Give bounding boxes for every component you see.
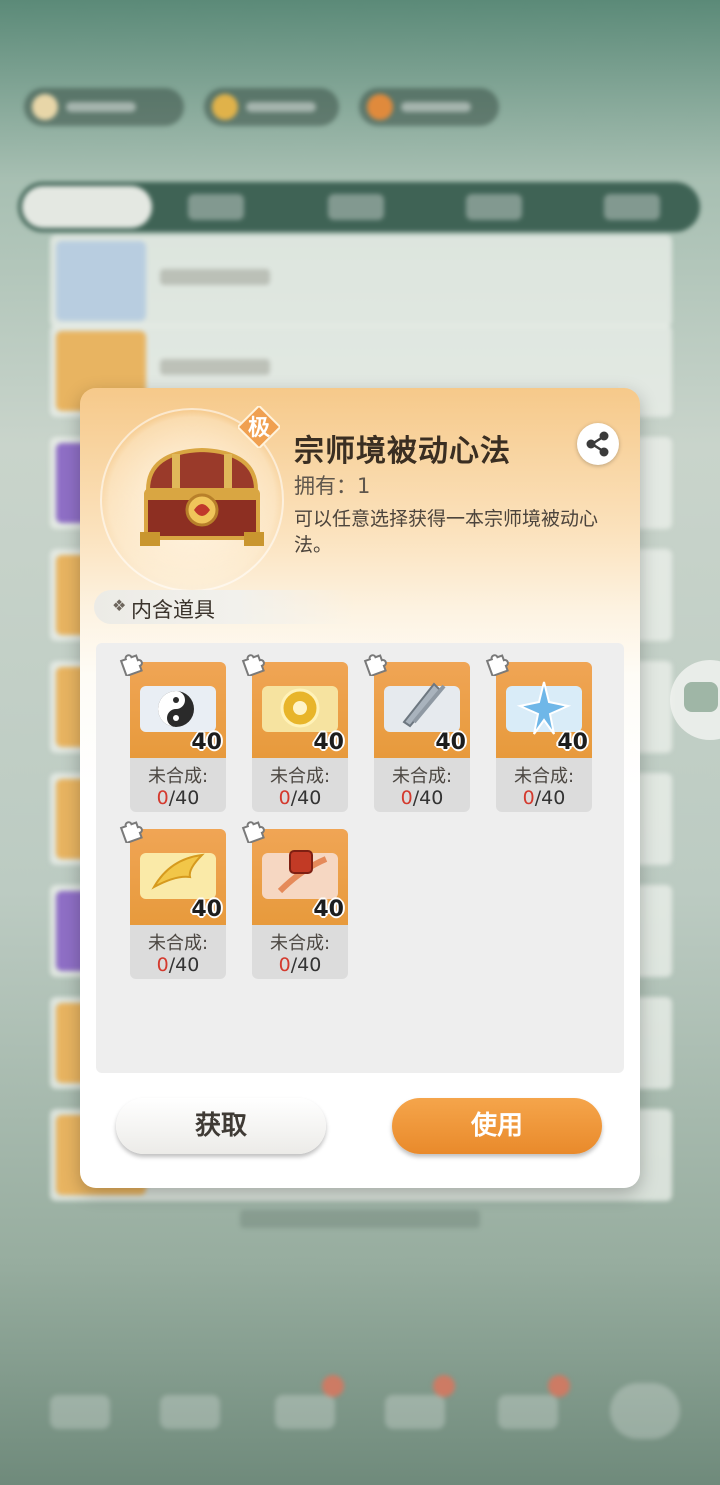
contained-item[interactable]: 40 未合成: 0/40 bbox=[485, 654, 594, 812]
item-quantity: 40 bbox=[313, 730, 344, 755]
share-icon bbox=[586, 431, 609, 457]
owned-count: 拥有：1 bbox=[294, 474, 371, 498]
puzzle-piece-icon bbox=[241, 654, 265, 676]
section-label-text: 内含道具 bbox=[131, 598, 215, 622]
item-status-label: 未合成: bbox=[391, 766, 453, 787]
puzzle-piece-icon bbox=[119, 654, 143, 676]
puzzle-piece-icon bbox=[241, 821, 265, 843]
contained-item[interactable]: 40 未合成: 0/40 bbox=[363, 654, 472, 812]
use-button[interactable]: 使用 bbox=[392, 1098, 602, 1154]
resource-gems bbox=[359, 88, 499, 126]
chat-icon bbox=[684, 682, 718, 712]
item-progress: 0/40 bbox=[400, 787, 444, 809]
share-button[interactable] bbox=[577, 423, 619, 465]
item-description: 可以任意选择获得一本宗师境被动心法。 bbox=[294, 508, 599, 556]
item-progress: 0/40 bbox=[522, 787, 566, 809]
item-quantity: 40 bbox=[313, 897, 344, 922]
item-status-label: 未合成: bbox=[147, 766, 209, 787]
contained-item[interactable]: 40 未合成: 0/40 bbox=[119, 821, 228, 979]
list-item bbox=[50, 235, 672, 327]
puzzle-piece-icon bbox=[119, 821, 143, 843]
item-status-label: 未合成: bbox=[269, 933, 331, 954]
item-detail-dialog: 极 宗师境被动心法 拥有：1 可以任意选择获得一本宗师境被动心法。 ❖ 内含道具 bbox=[80, 388, 640, 1188]
item-status-label: 未合成: bbox=[269, 766, 331, 787]
resource-gold bbox=[204, 88, 339, 126]
item-progress: 0/40 bbox=[156, 787, 200, 809]
item-progress: 0/40 bbox=[278, 787, 322, 809]
puzzle-piece-icon bbox=[363, 654, 387, 676]
item-status-label: 未合成: bbox=[513, 766, 575, 787]
item-quantity: 40 bbox=[191, 897, 222, 922]
puzzle-piece-icon bbox=[485, 654, 509, 676]
rarity-badge-icon: 极 bbox=[238, 406, 280, 448]
item-status-label: 未合成: bbox=[147, 933, 209, 954]
contained-item[interactable]: 40 未合成: 0/40 bbox=[119, 654, 228, 812]
treasure-chest-icon bbox=[140, 447, 264, 546]
item-quantity: 40 bbox=[435, 730, 466, 755]
bottom-nav bbox=[40, 1375, 700, 1445]
item-title: 宗师境被动心法 bbox=[294, 434, 511, 469]
contained-items-header: ❖ 内含道具 bbox=[94, 590, 354, 624]
contained-items-grid: 40 未合成: 0/40 40 未合成: 0/40 40 未合成: 0/40 4… bbox=[96, 643, 624, 1073]
inventory-tabs bbox=[18, 182, 700, 232]
contained-item[interactable]: 40 未合成: 0/40 bbox=[241, 821, 350, 979]
resource-stamina bbox=[24, 88, 184, 126]
diamond-icon: ❖ bbox=[112, 596, 127, 615]
item-quantity: 40 bbox=[557, 730, 588, 755]
capacity-counter bbox=[240, 1210, 480, 1228]
item-progress: 0/40 bbox=[278, 954, 322, 976]
item-quantity: 40 bbox=[191, 730, 222, 755]
contained-item[interactable]: 40 未合成: 0/40 bbox=[241, 654, 350, 812]
get-button[interactable]: 获取 bbox=[116, 1098, 326, 1154]
svg-text:极: 极 bbox=[248, 416, 271, 441]
item-progress: 0/40 bbox=[156, 954, 200, 976]
resource-bar bbox=[24, 88, 504, 134]
